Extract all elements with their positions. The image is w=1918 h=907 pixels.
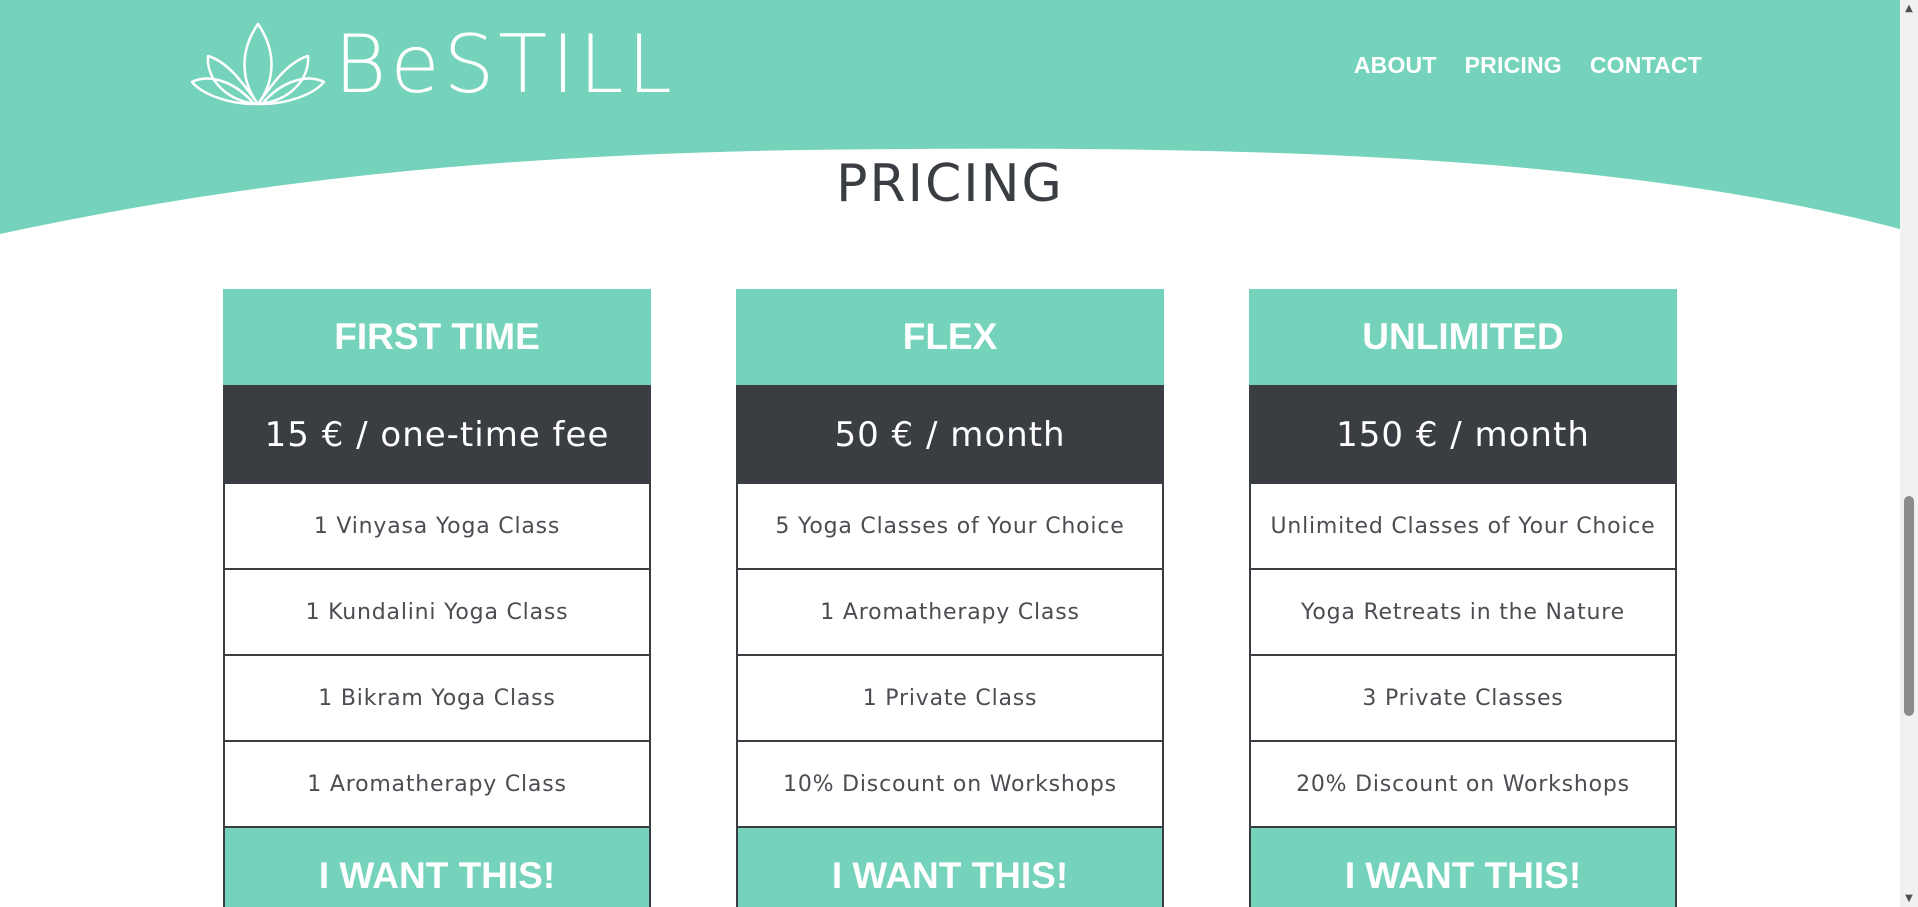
plan-price: 15 € / one-time fee [223, 385, 651, 484]
plan-name: FLEX [736, 289, 1164, 385]
plan-name: FIRST TIME [223, 289, 651, 385]
nav-link-contact[interactable]: CONTACT [1590, 52, 1702, 79]
logo[interactable]: BeSTILL [188, 20, 676, 110]
want-this-button[interactable]: I WANT THIS! [1249, 828, 1677, 907]
scrollbar-thumb[interactable] [1904, 496, 1914, 716]
plan-price: 150 € / month [1249, 385, 1677, 484]
brand-name: BeSTILL [334, 18, 676, 111]
scroll-down-arrow-icon[interactable]: ▼ [1900, 890, 1918, 907]
plan-card-flex: FLEX 50 € / month 5 Yoga Classes of Your… [736, 289, 1164, 907]
plan-card-unlimited: UNLIMITED 150 € / month Unlimited Classe… [1249, 289, 1677, 907]
plan-feature: 1 Aromatherapy Class [736, 570, 1164, 656]
plan-feature: 1 Bikram Yoga Class [223, 656, 651, 742]
plan-feature: 1 Vinyasa Yoga Class [223, 484, 651, 570]
nav-link-pricing[interactable]: PRICING [1465, 52, 1562, 79]
want-this-button[interactable]: I WANT THIS! [223, 828, 651, 907]
plan-feature: Yoga Retreats in the Nature [1249, 570, 1677, 656]
plan-feature: 3 Private Classes [1249, 656, 1677, 742]
pricing-title: PRICING [836, 154, 1064, 214]
plan-price: 50 € / month [736, 385, 1164, 484]
plan-feature: Unlimited Classes of Your Choice [1249, 484, 1677, 570]
want-this-button[interactable]: I WANT THIS! [736, 828, 1164, 907]
plan-feature: 1 Kundalini Yoga Class [223, 570, 651, 656]
plan-feature: 5 Yoga Classes of Your Choice [736, 484, 1164, 570]
main-nav: ABOUT PRICING CONTACT [1354, 52, 1702, 79]
scroll-up-arrow-icon[interactable]: ▲ [1900, 0, 1918, 17]
plan-feature: 20% Discount on Workshops [1249, 742, 1677, 828]
vertical-scrollbar[interactable]: ▲ ▼ [1900, 0, 1918, 907]
nav-link-about[interactable]: ABOUT [1354, 52, 1437, 79]
plan-card-first-time: FIRST TIME 15 € / one-time fee 1 Vinyasa… [223, 289, 651, 907]
lotus-icon [190, 22, 326, 106]
page: BeSTILL ABOUT PRICING CONTACT PRICING FI… [0, 0, 1918, 907]
pricing-plans: FIRST TIME 15 € / one-time fee 1 Vinyasa… [223, 289, 1677, 907]
plan-feature: 10% Discount on Workshops [736, 742, 1164, 828]
plan-feature: 1 Private Class [736, 656, 1164, 742]
plan-name: UNLIMITED [1249, 289, 1677, 385]
plan-feature: 1 Aromatherapy Class [223, 742, 651, 828]
